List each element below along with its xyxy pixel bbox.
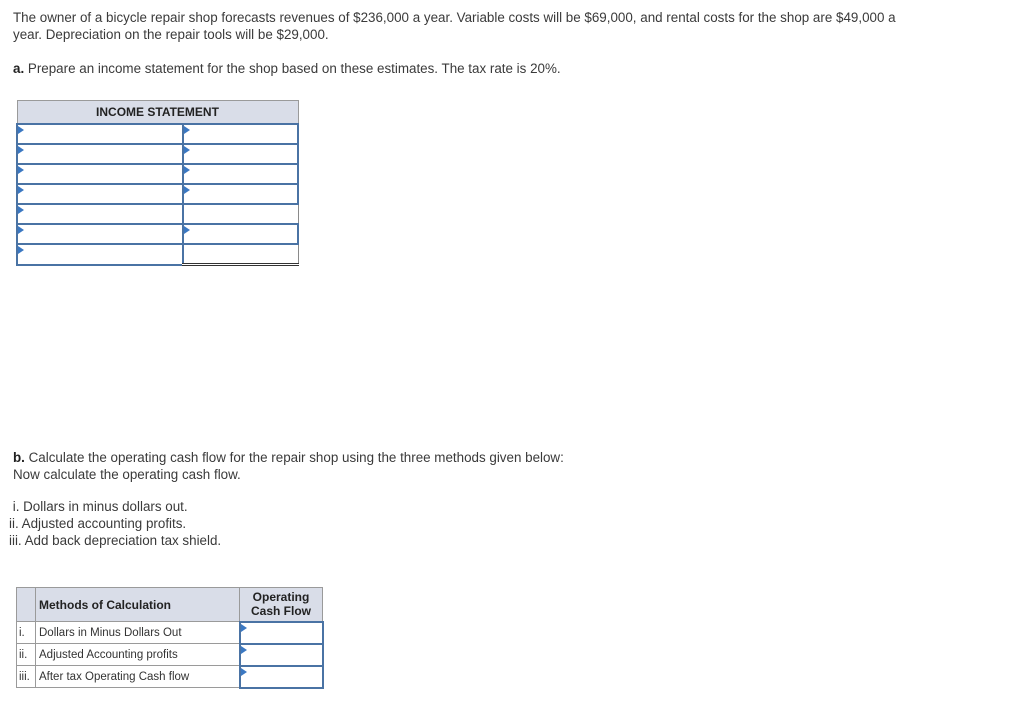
dropdown-marker-icon bbox=[18, 146, 24, 154]
method-name: After tax Operating Cash flow bbox=[35, 665, 240, 688]
part-a-prompt: a. Prepare an income statement for the s… bbox=[13, 60, 561, 77]
ocf-dollars-in-out-input[interactable] bbox=[240, 622, 322, 643]
methods-list-item: iii. Add back depreciation tax shield. bbox=[9, 533, 222, 548]
row-index: iii. bbox=[16, 665, 36, 688]
ocf-after-tax-input[interactable] bbox=[240, 666, 322, 687]
method-name: Adjusted Accounting profits bbox=[35, 643, 240, 666]
income-label-cell[interactable] bbox=[15, 143, 185, 165]
income-row bbox=[15, 143, 299, 165]
income-label-cell[interactable] bbox=[15, 223, 185, 245]
income-label-dropdown[interactable] bbox=[18, 205, 183, 223]
table-row: ii. Adjusted Accounting profits bbox=[16, 642, 324, 667]
ocf-input-cell[interactable] bbox=[238, 642, 324, 667]
income-label-dropdown[interactable] bbox=[18, 245, 183, 264]
dropdown-marker-icon bbox=[184, 166, 191, 174]
dropdown-marker-icon bbox=[240, 623, 247, 632]
ocf-adjusted-profits-input[interactable] bbox=[240, 644, 322, 665]
income-statement-table: INCOME STATEMENT bbox=[15, 100, 299, 266]
part-a-text: Prepare an income statement for the shop… bbox=[24, 61, 561, 76]
income-value-cell[interactable] bbox=[182, 203, 299, 225]
income-value-cell[interactable] bbox=[182, 163, 299, 185]
methods-list-item: i. Dollars in minus dollars out. bbox=[9, 499, 188, 514]
income-label-cell[interactable] bbox=[15, 183, 185, 205]
part-b-text2: Now calculate the operating cash flow. bbox=[13, 467, 241, 482]
income-value-input[interactable] bbox=[184, 205, 298, 223]
income-row bbox=[15, 163, 299, 185]
part-b-label: b. bbox=[13, 450, 25, 465]
income-label-cell[interactable] bbox=[15, 123, 185, 145]
dropdown-marker-icon bbox=[240, 667, 247, 676]
income-label-dropdown[interactable] bbox=[18, 185, 183, 203]
dropdown-marker-icon bbox=[184, 226, 191, 234]
dropdown-marker-icon bbox=[18, 186, 24, 194]
income-label-cell[interactable] bbox=[15, 163, 185, 185]
problem-intro: The owner of a bicycle repair shop forec… bbox=[13, 10, 896, 42]
header-line-1: Operating bbox=[252, 590, 310, 605]
income-label-dropdown[interactable] bbox=[18, 165, 183, 183]
operating-cash-flow-header: Operating Cash Flow bbox=[239, 587, 323, 622]
table-row: i. Dollars in Minus Dollars Out bbox=[16, 620, 324, 645]
ocf-input-cell[interactable] bbox=[238, 620, 324, 645]
method-name: Dollars in Minus Dollars Out bbox=[35, 621, 240, 644]
part-b-prompt: b. Calculate the operating cash flow for… bbox=[13, 449, 564, 483]
income-value-input[interactable] bbox=[184, 165, 297, 183]
dropdown-marker-icon bbox=[18, 246, 24, 254]
dropdown-marker-icon bbox=[240, 645, 247, 654]
income-statement-title: INCOME STATEMENT bbox=[16, 100, 299, 125]
income-label-dropdown[interactable] bbox=[18, 125, 183, 143]
dropdown-marker-icon bbox=[184, 186, 191, 194]
row-index: i. bbox=[16, 621, 36, 644]
income-label-cell[interactable] bbox=[15, 203, 185, 225]
income-row bbox=[15, 243, 299, 266]
methods-list-item: ii. Adjusted accounting profits. bbox=[9, 516, 187, 531]
index-header bbox=[16, 587, 36, 622]
methods-list: i. Dollars in minus dollars out. ii. Adj… bbox=[9, 498, 221, 549]
income-row bbox=[15, 183, 299, 205]
income-value-cell[interactable] bbox=[182, 183, 299, 205]
dropdown-marker-icon bbox=[18, 226, 24, 234]
part-a-label: a. bbox=[13, 61, 25, 76]
ocf-input-cell[interactable] bbox=[238, 664, 324, 689]
income-value-cell[interactable] bbox=[182, 123, 299, 145]
income-label-dropdown[interactable] bbox=[18, 225, 183, 243]
income-value-input[interactable] bbox=[184, 245, 298, 263]
income-value-input[interactable] bbox=[184, 125, 297, 143]
dropdown-marker-icon bbox=[18, 126, 24, 134]
header-line-2: Cash Flow bbox=[250, 604, 311, 619]
dropdown-marker-icon bbox=[184, 126, 191, 134]
income-row bbox=[15, 203, 299, 225]
income-row bbox=[15, 223, 299, 245]
income-value-cell[interactable] bbox=[182, 143, 299, 165]
income-value-input[interactable] bbox=[184, 145, 297, 163]
dropdown-marker-icon bbox=[184, 146, 191, 154]
methods-header: Methods of Calculation bbox=[35, 587, 240, 622]
income-row bbox=[15, 123, 299, 145]
income-label-cell[interactable] bbox=[15, 243, 185, 266]
income-value-input[interactable] bbox=[184, 185, 297, 203]
part-b-text: Calculate the operating cash flow for th… bbox=[24, 450, 564, 465]
income-value-cell[interactable] bbox=[182, 243, 299, 266]
income-value-cell[interactable] bbox=[182, 223, 299, 245]
income-value-input[interactable] bbox=[184, 225, 297, 243]
table-row: iii. After tax Operating Cash flow bbox=[16, 664, 324, 689]
income-label-dropdown[interactable] bbox=[18, 145, 183, 163]
dropdown-marker-icon bbox=[18, 166, 24, 174]
operating-cash-flow-table: Methods of Calculation Operating Cash Flo… bbox=[16, 587, 324, 689]
dropdown-marker-icon bbox=[18, 206, 24, 214]
row-index: ii. bbox=[16, 643, 36, 666]
